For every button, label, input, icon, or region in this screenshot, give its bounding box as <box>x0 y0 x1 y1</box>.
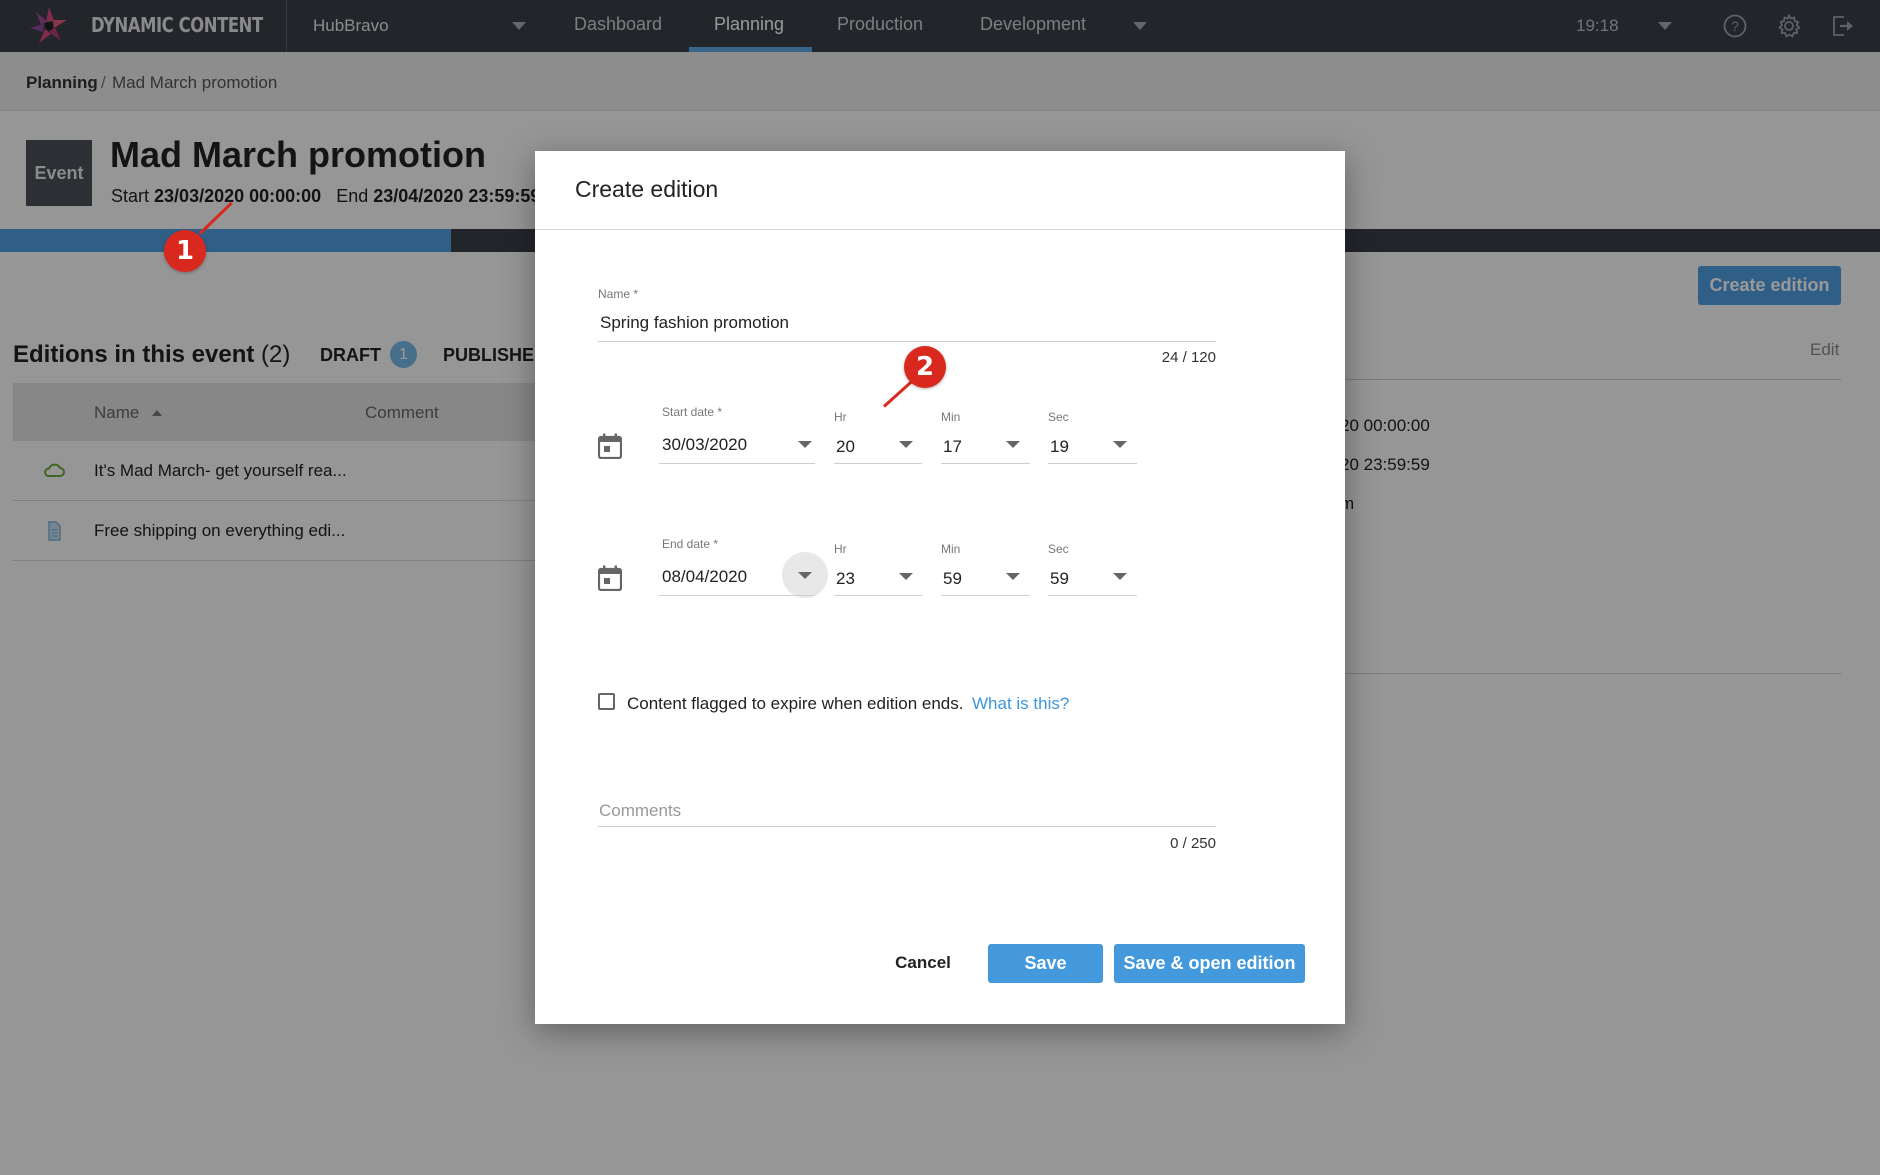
end-sec-underline <box>1048 595 1137 596</box>
end-sec-label: Sec <box>1048 542 1069 556</box>
start-hr-dropdown-icon[interactable] <box>899 441 913 448</box>
annotation-marker-2: 2 <box>904 346 946 388</box>
expire-content-label[interactable]: Content flagged to expire when edition e… <box>627 694 963 714</box>
name-char-counter: 24 / 120 <box>1161 349 1216 366</box>
start-min-label: Min <box>941 410 961 424</box>
end-hr-underline <box>834 595 922 596</box>
end-hr-dropdown-icon[interactable] <box>899 573 913 580</box>
dialog-header-divider <box>535 229 1345 230</box>
start-hr-underline <box>834 463 922 464</box>
end-date-underline <box>659 595 815 596</box>
comments-char-counter: 0 / 250 <box>1170 835 1216 852</box>
start-hr-label: Hr <box>834 410 847 424</box>
end-calendar-icon[interactable] <box>598 565 622 591</box>
start-sec-select[interactable]: 19 <box>1050 437 1069 457</box>
start-date-label: Start date * <box>662 405 723 419</box>
end-min-select[interactable]: 59 <box>943 569 962 589</box>
name-input-underline <box>598 341 1216 342</box>
start-hr-select[interactable]: 20 <box>836 437 855 457</box>
annotation-marker-1: 1 <box>164 230 206 272</box>
name-input[interactable]: Spring fashion promotion <box>600 313 789 333</box>
start-sec-underline <box>1048 463 1137 464</box>
comments-input[interactable]: Comments <box>599 801 681 821</box>
end-min-label: Min <box>941 542 961 556</box>
dialog-title: Create edition <box>575 176 719 202</box>
end-hr-select[interactable]: 23 <box>836 569 855 589</box>
start-calendar-icon[interactable] <box>598 433 622 459</box>
end-sec-dropdown-icon[interactable] <box>1113 573 1127 580</box>
start-date-underline <box>659 463 815 464</box>
end-min-dropdown-icon[interactable] <box>1006 573 1020 580</box>
name-field-label: Name * <box>598 287 639 301</box>
start-sec-dropdown-icon[interactable] <box>1113 441 1127 448</box>
start-min-select[interactable]: 17 <box>943 437 962 457</box>
save-button[interactable]: Save <box>988 944 1103 983</box>
end-sec-select[interactable]: 59 <box>1050 569 1069 589</box>
start-min-dropdown-icon[interactable] <box>1006 441 1020 448</box>
end-date-input[interactable]: 08/04/2020 <box>662 567 747 587</box>
expire-content-checkbox[interactable] <box>598 693 615 710</box>
what-is-this-link[interactable]: What is this? <box>972 694 1069 714</box>
create-edition-dialog: Create edition Name * Spring fashion pro… <box>535 151 1345 1024</box>
save-and-open-edition-button[interactable]: Save & open edition <box>1114 944 1305 983</box>
start-date-dropdown-icon[interactable] <box>798 441 812 448</box>
start-date-input[interactable]: 30/03/2020 <box>662 435 747 455</box>
end-date-dropdown-icon[interactable] <box>798 572 812 579</box>
start-min-underline <box>941 463 1030 464</box>
end-date-label: End date * <box>662 537 719 551</box>
comments-underline <box>598 826 1216 827</box>
end-hr-label: Hr <box>834 542 847 556</box>
end-min-underline <box>941 595 1030 596</box>
start-sec-label: Sec <box>1048 410 1069 424</box>
cancel-button[interactable]: Cancel <box>878 944 968 982</box>
